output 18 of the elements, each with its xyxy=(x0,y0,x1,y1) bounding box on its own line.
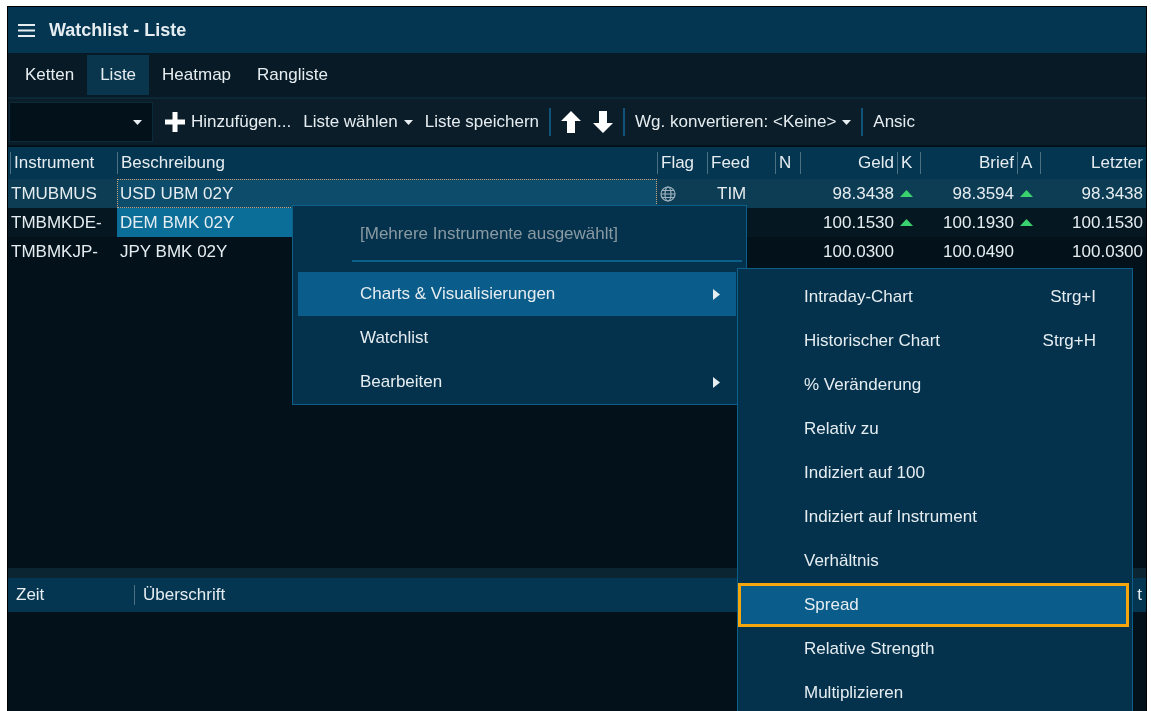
table-cell-text: 100.0300 xyxy=(822,240,895,263)
table-cell: USD UBM 02Y xyxy=(117,179,657,208)
table-cell-text: 100.0300 xyxy=(1071,240,1144,263)
table-cell-text: 98.3438 xyxy=(1080,182,1144,205)
table-cell-text: TMBMKJP- xyxy=(10,240,99,263)
table-cell-text: 100.1530 xyxy=(1071,211,1144,234)
table-cell-text: 100.0490 xyxy=(942,240,1015,263)
table-cell-text: JPY BMK 02Y xyxy=(119,240,229,263)
table-cell-text: TMBMKDE- xyxy=(10,211,103,234)
table-cell-text: TMUBMUS xyxy=(10,182,98,205)
table-cell-text: 100.1530 xyxy=(822,211,895,234)
shortcut-label: Strg+H xyxy=(1042,331,1096,351)
table-cell-text: 98.3438 xyxy=(831,182,895,205)
table-cell-text: 100.1930 xyxy=(942,211,1015,234)
shortcut-label: Strg+I xyxy=(1050,287,1096,307)
table-cell: TIM xyxy=(717,183,747,204)
window-title: Watchlist - Liste xyxy=(49,19,187,41)
table-cell-text: 98.3594 xyxy=(951,182,1015,205)
